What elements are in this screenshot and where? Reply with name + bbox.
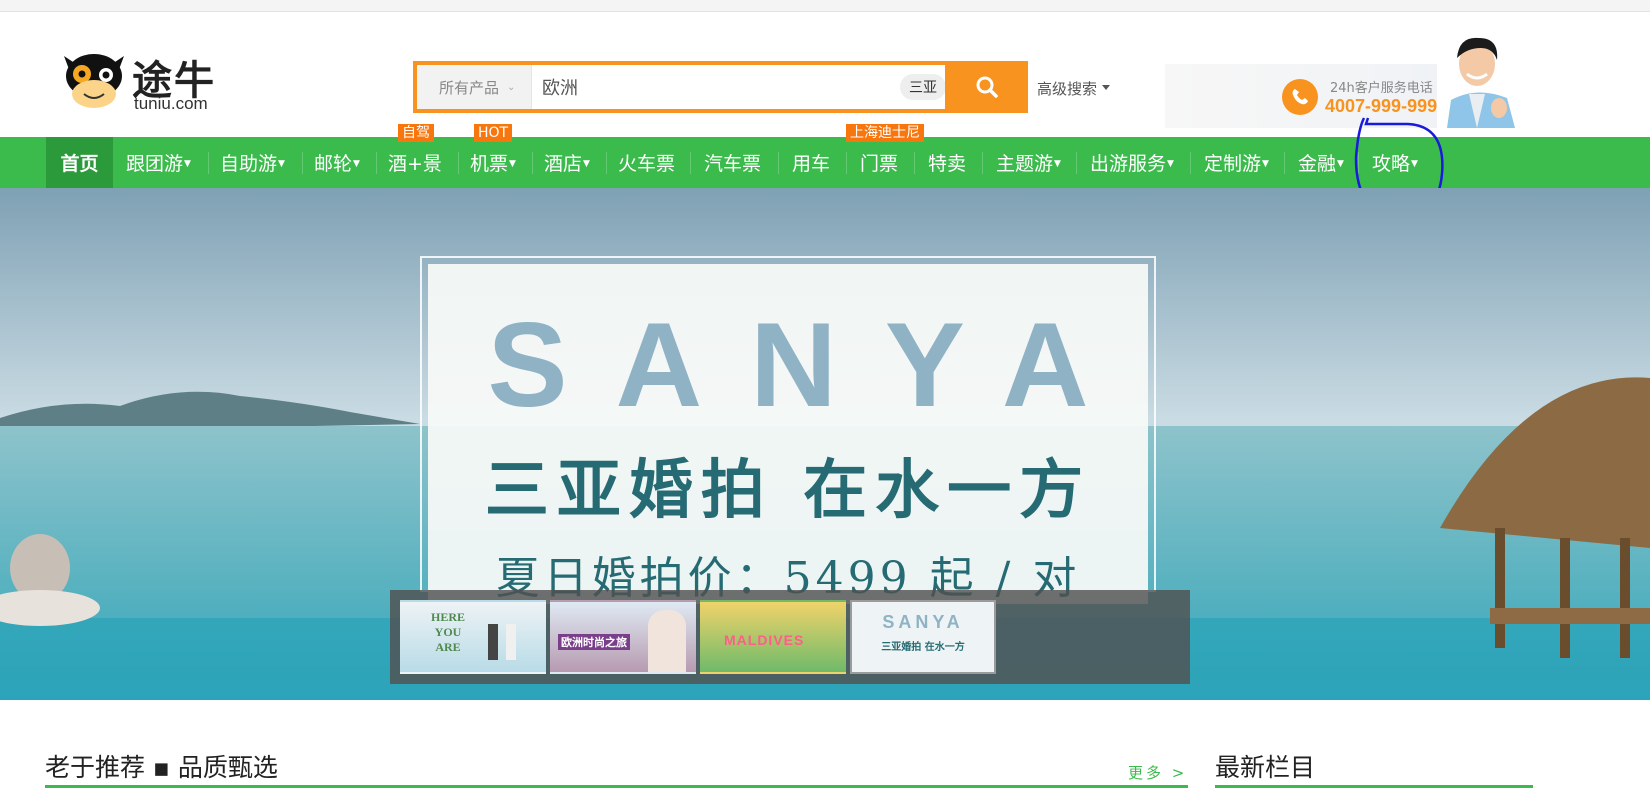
- hero-banner[interactable]: SANYA 三亚婚拍 在水一方 夏日婚拍价：5499 起 / 对 HERE YO…: [0, 188, 1650, 700]
- search-input[interactable]: [532, 65, 900, 109]
- chevron-down-icon: ▼: [583, 158, 590, 169]
- chevron-down-icon: ▼: [184, 158, 191, 169]
- browser-top-bar: [0, 0, 1650, 12]
- search-icon: [976, 76, 998, 98]
- chevron-down-icon: ▼: [353, 158, 360, 169]
- nav-item-tickets[interactable]: 门票: [860, 137, 898, 188]
- badge-self-drive: 自驾: [398, 124, 434, 142]
- caret-down-icon: [1102, 85, 1111, 90]
- banner-title-en: SANYA: [487, 298, 1137, 432]
- section-divider: [1215, 785, 1533, 788]
- thumbnail-2-text: 欧洲时尚之旅: [558, 634, 630, 650]
- more-link[interactable]: 更多 >: [1128, 762, 1187, 783]
- advanced-search-label: 高级搜索: [1037, 80, 1098, 98]
- hot-keyword-chip[interactable]: 三亚: [900, 74, 946, 100]
- chevron-down-icon: ▼: [1167, 158, 1174, 169]
- nav-item-custom-tour[interactable]: 定制游 ▼: [1204, 137, 1269, 188]
- nav-item-home[interactable]: 首页: [46, 137, 113, 188]
- chevron-down-icon: ▼: [1337, 158, 1344, 169]
- banner-thumbnails: HERE YOU ARE 欧洲时尚之旅 MALDIVES SANYA 三亚婚拍 …: [390, 590, 1190, 684]
- thumbnail-1[interactable]: HERE YOU ARE: [400, 600, 546, 674]
- tuniu-logo[interactable]: 途牛 tuniu.com: [60, 42, 230, 122]
- nav-item-bus[interactable]: 汽车票: [704, 137, 761, 188]
- chevron-down-icon: ▼: [1262, 158, 1269, 169]
- section-title-latest: 最新栏目: [1215, 753, 1316, 782]
- search-box: 所有产品 ⌄ 三亚 日本: [413, 61, 1028, 113]
- nav-item-train[interactable]: 火车票: [618, 137, 675, 188]
- search-button[interactable]: [945, 61, 1028, 113]
- thumbnail-1-text: HERE YOU ARE: [430, 610, 465, 654]
- logo-domain: tuniu.com: [134, 94, 208, 113]
- thumbnail-4[interactable]: SANYA 三亚婚拍 在水一方: [850, 600, 996, 674]
- nav-item-car-rental[interactable]: 用车: [792, 137, 830, 188]
- advanced-search-link[interactable]: 高级搜索: [1037, 78, 1111, 99]
- service-label: 24h客户服务电话 ★: [1330, 81, 1446, 96]
- nav-item-hotels[interactable]: 酒店 ▼: [544, 137, 590, 188]
- banner-card: SANYA 三亚婚拍 在水一方 夏日婚拍价：5499 起 / 对: [428, 264, 1148, 604]
- thumbnail-3[interactable]: MALDIVES: [700, 600, 846, 674]
- nav-item-finance[interactable]: 金融 ▼: [1298, 137, 1344, 188]
- nav-item-self-guided[interactable]: 自助游 ▼: [220, 137, 285, 188]
- section-divider: [45, 785, 1188, 788]
- badge-hot: HOT: [474, 124, 513, 142]
- nav-item-theme-tour[interactable]: 主题游 ▼: [996, 137, 1061, 188]
- nav-item-cruise[interactable]: 邮轮 ▼: [314, 137, 360, 188]
- thumbnail-4-sub: 三亚婚拍 在水一方: [881, 642, 965, 653]
- nav-item-flash-sale[interactable]: 特卖: [928, 137, 966, 188]
- nav-item-group-tour[interactable]: 跟团游 ▼: [126, 137, 191, 188]
- nav-item-flights[interactable]: 机票 ▼: [470, 137, 516, 188]
- section-title-recommend: 老于推荐 ▪ 品质甄选: [45, 753, 278, 782]
- chevron-down-icon: ▼: [509, 158, 516, 169]
- nav-item-hotel-scenic[interactable]: 酒+景: [388, 137, 442, 188]
- chevron-down-icon: ▼: [278, 158, 285, 169]
- nav-item-travel-services[interactable]: 出游服务 ▼: [1090, 137, 1174, 188]
- cow-logo-icon: [64, 54, 124, 108]
- chevron-down-icon: ⌄: [507, 81, 516, 93]
- category-label: 所有产品: [439, 78, 500, 97]
- badge-shanghai-disney: 上海迪士尼: [846, 124, 924, 142]
- thumbnail-3-text: MALDIVES: [724, 632, 805, 648]
- banner-title-cn: 三亚婚拍 在水一方: [484, 454, 1092, 528]
- chevron-down-icon: ▼: [1054, 158, 1061, 169]
- thumbnail-4-title: SANYA: [882, 612, 964, 632]
- thumbnail-2[interactable]: 欧洲时尚之旅: [550, 600, 696, 674]
- phone-icon: [1282, 79, 1318, 115]
- product-category-select[interactable]: 所有产品 ⌄: [417, 65, 532, 109]
